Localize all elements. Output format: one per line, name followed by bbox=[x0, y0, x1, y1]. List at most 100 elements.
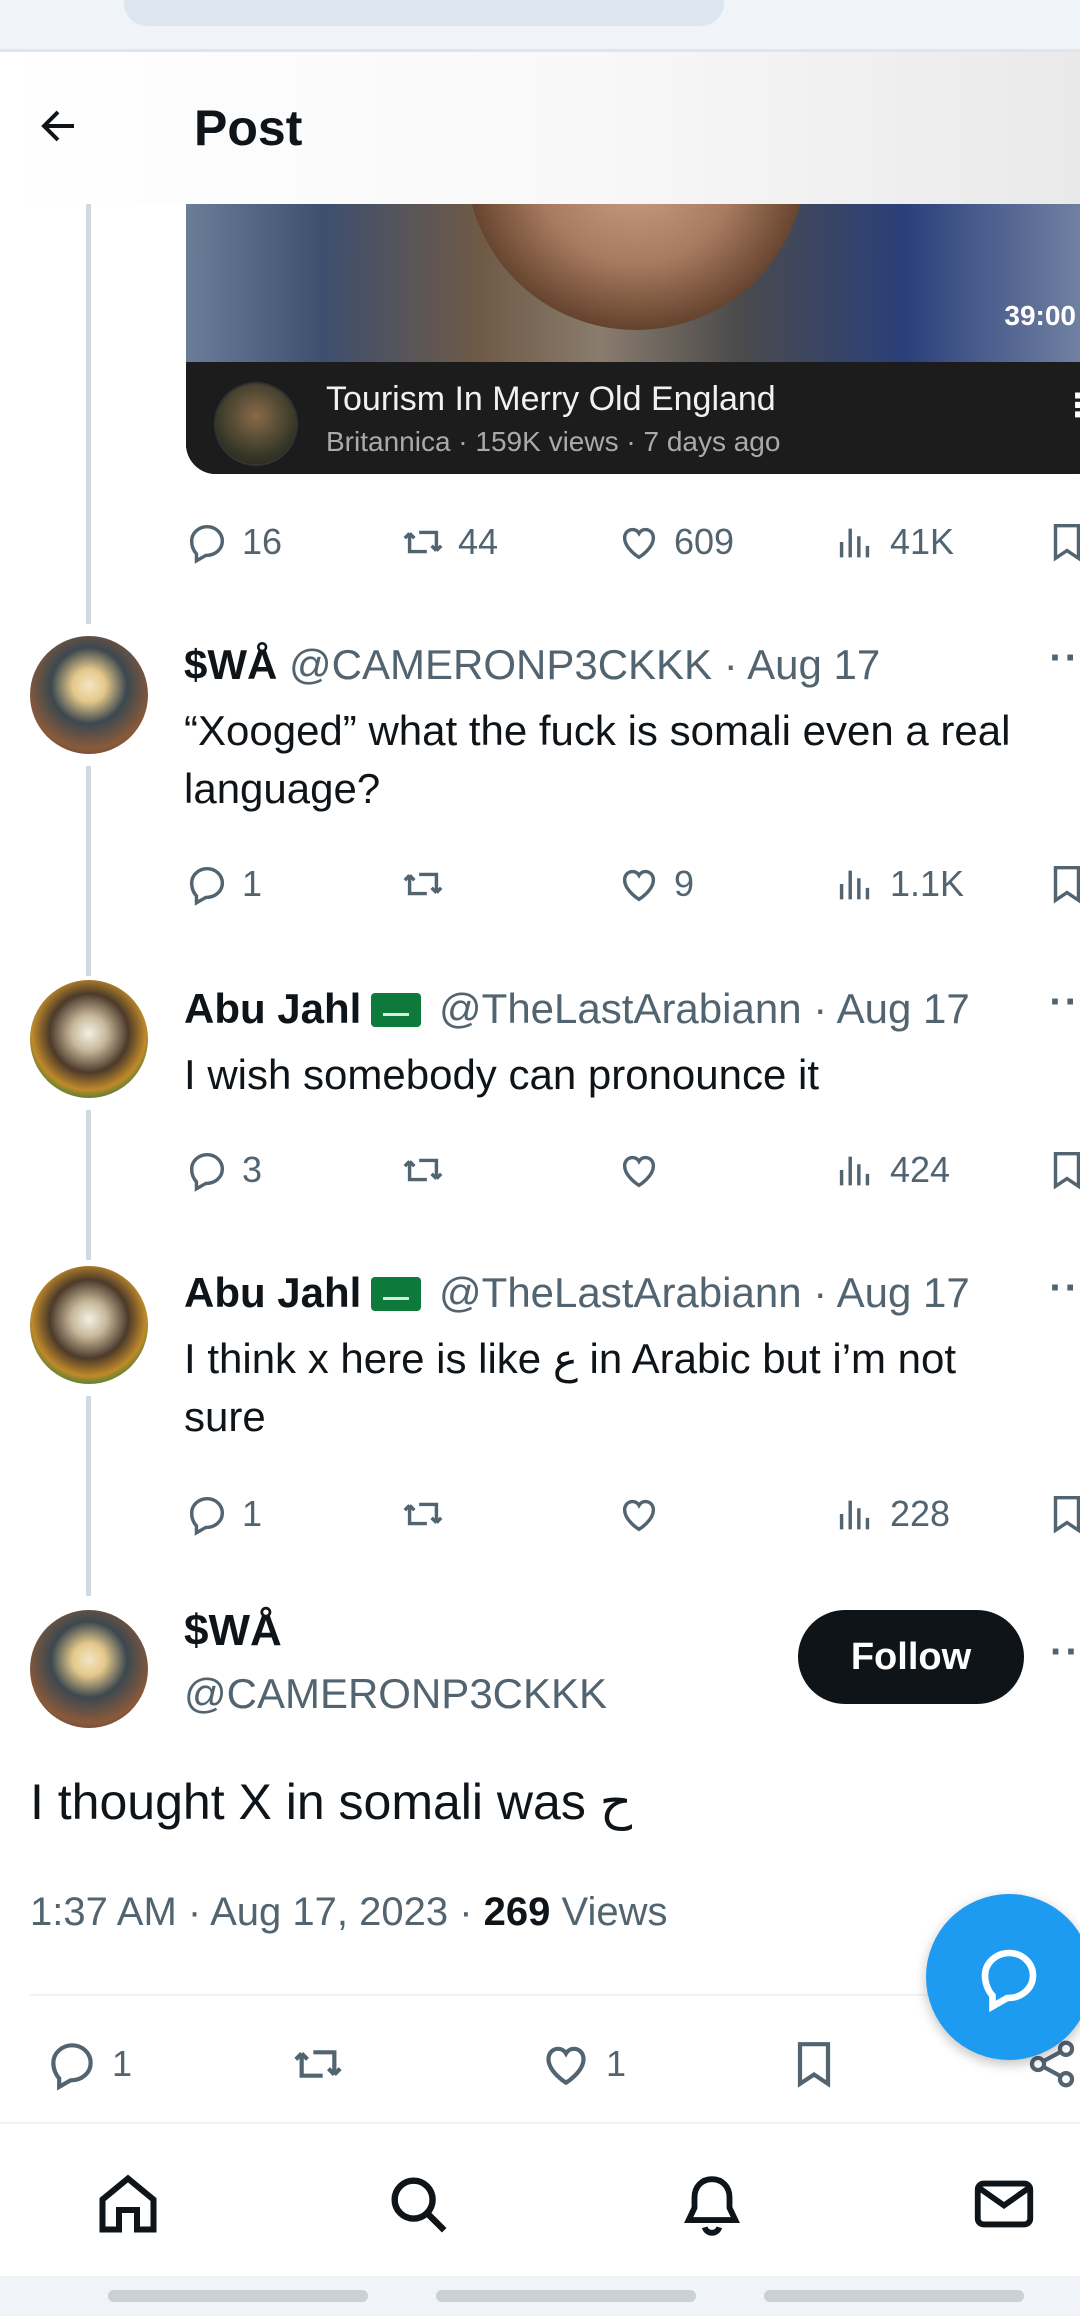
more-options-icon[interactable]: ·· bbox=[1049, 636, 1080, 681]
views-count: 269 bbox=[483, 1890, 551, 1934]
repost-button[interactable] bbox=[400, 1484, 446, 1544]
system-pill bbox=[764, 2290, 1024, 2302]
like-icon bbox=[622, 1499, 656, 1532]
system-pill bbox=[108, 2290, 368, 2302]
handle[interactable]: @CAMERONP3CKKK bbox=[184, 1670, 607, 1718]
reply-button[interactable]: 1 bbox=[184, 854, 262, 914]
bookmark-icon bbox=[1053, 523, 1080, 562]
reply-text-line: I think x here is like ع in Arabic but i… bbox=[184, 1335, 957, 1382]
views-icon bbox=[839, 1156, 870, 1186]
repost-button[interactable] bbox=[400, 854, 458, 914]
repost-icon bbox=[294, 2050, 342, 2078]
like-button[interactable] bbox=[616, 1484, 662, 1544]
bookmark-button[interactable] bbox=[1044, 512, 1080, 572]
reply-count: 1 bbox=[242, 1493, 263, 1534]
bookmark-button[interactable] bbox=[1044, 1140, 1080, 1200]
compose-reply-button[interactable] bbox=[926, 1894, 1080, 2060]
reply-text: I think x here is like ع in Arabic but i… bbox=[184, 1330, 1080, 1446]
repost-button[interactable] bbox=[290, 2034, 346, 2094]
post-action-bar: 1 1 bbox=[0, 2034, 1080, 2098]
display-name[interactable]: Abu Jahl bbox=[184, 985, 361, 1032]
bookmark-button[interactable] bbox=[1044, 1484, 1080, 1544]
repost-button[interactable] bbox=[400, 1140, 446, 1200]
bookmark-button[interactable] bbox=[786, 2034, 842, 2094]
views-count: 41K bbox=[890, 521, 955, 562]
views-count: 1.1K bbox=[890, 863, 965, 904]
compose-reply-icon bbox=[981, 1949, 1037, 2013]
more-options-icon[interactable]: ·· bbox=[1050, 1630, 1080, 1675]
handle[interactable]: @TheLastArabiann bbox=[439, 1269, 802, 1316]
address-pill[interactable] bbox=[124, 0, 724, 26]
nav-messages[interactable] bbox=[964, 2164, 1044, 2244]
like-button[interactable]: 9 bbox=[616, 854, 694, 914]
bookmark-button[interactable] bbox=[1044, 854, 1080, 914]
reply-icon bbox=[189, 866, 225, 906]
avatar[interactable] bbox=[30, 980, 148, 1098]
avatar[interactable] bbox=[30, 1610, 148, 1728]
handle[interactable]: @CAMERONP3CKKK bbox=[289, 641, 712, 688]
bookmark-icon bbox=[1053, 865, 1080, 904]
avatar[interactable] bbox=[30, 636, 148, 754]
repost-icon bbox=[403, 1158, 443, 1182]
reply-button[interactable]: 16 bbox=[184, 512, 282, 572]
reply-action-bar: 3 424 bbox=[184, 1140, 1080, 1200]
display-name[interactable]: Abu Jahl bbox=[184, 1269, 361, 1316]
reply-icon bbox=[189, 524, 225, 564]
reply-icon bbox=[51, 2043, 93, 2091]
reply-count: 1 bbox=[242, 863, 263, 904]
reply-button[interactable]: 1 bbox=[184, 1484, 262, 1544]
reply-text-line: sure bbox=[184, 1393, 266, 1440]
repost-icon bbox=[403, 872, 443, 896]
views-button[interactable]: 1.1K bbox=[832, 854, 964, 914]
system-navigation-bar bbox=[0, 2276, 1080, 2316]
thread-line bbox=[86, 204, 91, 624]
reply-button[interactable]: 1 bbox=[44, 2034, 132, 2094]
more-options-icon[interactable]: ·· bbox=[1049, 1266, 1080, 1311]
like-count: 609 bbox=[674, 521, 735, 562]
reply-header: $WÅ @CAMERONP3CKKK · Aug 17 bbox=[184, 640, 880, 690]
reply-button[interactable]: 3 bbox=[184, 1140, 262, 1200]
video-info-bar: Tourism In Merry Old England Britannica … bbox=[186, 362, 1080, 474]
handle[interactable]: @TheLastArabiann bbox=[439, 985, 802, 1032]
saudi-flag-icon bbox=[371, 1277, 422, 1311]
views-button[interactable]: 228 bbox=[832, 1484, 950, 1544]
avatar[interactable] bbox=[30, 1266, 148, 1384]
system-pill bbox=[436, 2290, 696, 2302]
views-button[interactable]: 424 bbox=[832, 1140, 950, 1200]
bookmark-icon bbox=[1053, 1151, 1080, 1190]
nav-notifications[interactable] bbox=[672, 2164, 752, 2244]
display-name[interactable]: $WÅ bbox=[184, 1606, 282, 1656]
reply-text: I wish somebody can pronounce it bbox=[184, 1046, 1080, 1104]
bookmark-icon bbox=[1053, 1495, 1080, 1534]
views-count: 228 bbox=[890, 1493, 951, 1534]
like-count: 9 bbox=[674, 863, 695, 904]
like-button[interactable]: 1 bbox=[538, 2034, 626, 2094]
back-button[interactable] bbox=[28, 96, 88, 156]
follow-button[interactable]: Follow bbox=[798, 1610, 1024, 1704]
post-date[interactable]: Aug 17 bbox=[837, 985, 970, 1032]
nav-home[interactable] bbox=[88, 2164, 168, 2244]
separator: · bbox=[813, 985, 837, 1032]
thread-line bbox=[86, 1396, 91, 1596]
home-icon bbox=[99, 2174, 157, 2233]
post-date[interactable]: Aug 17 bbox=[837, 1269, 970, 1316]
back-arrow-icon bbox=[41, 110, 74, 142]
reply-text-line: I wish somebody can pronounce it bbox=[184, 1051, 820, 1098]
like-button[interactable]: 609 bbox=[616, 512, 734, 572]
nav-search[interactable] bbox=[378, 2164, 458, 2244]
like-button[interactable] bbox=[616, 1140, 662, 1200]
like-icon bbox=[622, 869, 656, 902]
reply-action-bar: 1 228 bbox=[184, 1484, 1080, 1544]
video-duration: 39:00 bbox=[1004, 300, 1076, 331]
display-name[interactable]: $WÅ bbox=[184, 641, 277, 688]
more-options-icon[interactable]: ·· bbox=[1049, 980, 1080, 1025]
video-more-icon[interactable]: ⋮ bbox=[1062, 386, 1080, 424]
page-title: Post bbox=[194, 100, 303, 156]
reply-text-line: language? bbox=[184, 765, 381, 812]
post-date[interactable]: Aug 17 bbox=[747, 641, 880, 688]
views-button[interactable]: 41K bbox=[832, 512, 954, 572]
views-count: 424 bbox=[890, 1149, 951, 1190]
repost-button[interactable]: 44 bbox=[400, 512, 498, 572]
like-count: 1 bbox=[606, 2043, 627, 2084]
views-label: Views bbox=[550, 1890, 668, 1934]
